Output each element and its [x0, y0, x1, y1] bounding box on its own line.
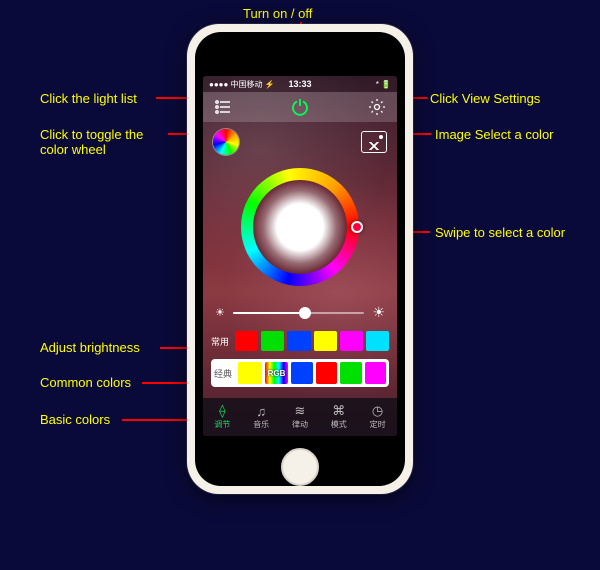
callout-brightness: Adjust brightness	[40, 340, 140, 355]
tab-调节[interactable]: ⟠调节	[203, 398, 242, 436]
home-button[interactable]	[281, 448, 319, 486]
basic-swatch[interactable]	[238, 362, 262, 384]
app-screen: ●●●● 中国移动 ⚡ 13:33 * 🔋	[203, 76, 397, 436]
basic-swatch[interactable]	[365, 362, 386, 384]
tab-icon: ◷	[371, 404, 385, 418]
phone-frame: ●●●● 中国移动 ⚡ 13:33 * 🔋	[187, 24, 413, 494]
callout-light-list: Click the light list	[40, 91, 137, 106]
tab-label: 音乐	[253, 419, 269, 430]
callout-power: Turn on / off	[243, 6, 312, 21]
common-colors-row: 常用	[203, 331, 397, 351]
brightness-high-icon: ☀	[372, 304, 385, 321]
callout-image-select: Image Select a color	[435, 127, 554, 142]
callout-common: Common colors	[40, 375, 131, 390]
top-nav	[203, 92, 397, 122]
common-swatch[interactable]	[261, 331, 284, 351]
common-swatch[interactable]	[314, 331, 337, 351]
sub-nav	[203, 122, 397, 162]
callout-basic: Basic colors	[40, 412, 110, 427]
gear-icon	[368, 98, 386, 116]
color-wheel[interactable]	[241, 168, 359, 286]
basic-colors-row: 经典 RGB	[211, 359, 389, 387]
common-swatch[interactable]	[366, 331, 389, 351]
basic-swatch[interactable]	[316, 362, 337, 384]
basic-colors-label: 经典	[214, 367, 235, 380]
common-colors-label: 常用	[211, 335, 232, 348]
status-bar: ●●●● 中国移动 ⚡ 13:33 * 🔋	[203, 76, 397, 92]
brightness-low-icon: ☀	[215, 306, 225, 319]
basic-swatch[interactable]	[340, 362, 361, 384]
brightness-thumb[interactable]	[299, 307, 311, 319]
brightness-row: ☀ ☀	[203, 304, 397, 321]
settings-button[interactable]	[367, 97, 387, 117]
tab-icon: ≋	[293, 404, 307, 418]
brightness-fill	[233, 312, 305, 314]
power-icon	[290, 97, 310, 117]
callout-settings: Click View Settings	[430, 91, 540, 106]
color-wheel-toggle[interactable]	[213, 129, 239, 155]
phone-bezel: ●●●● 中国移动 ⚡ 13:33 * 🔋	[195, 32, 405, 486]
color-wheel-handle[interactable]	[351, 221, 363, 233]
tab-icon: ⌘	[332, 404, 346, 418]
common-swatch[interactable]	[235, 331, 258, 351]
light-list-button[interactable]	[213, 97, 233, 117]
callout-toggle-wheel-2: color wheel	[40, 142, 106, 157]
callout-swipe: Swipe to select a color	[435, 225, 565, 240]
image-color-picker[interactable]	[361, 131, 387, 153]
common-swatch[interactable]	[287, 331, 310, 351]
power-button[interactable]	[289, 96, 311, 118]
tab-label: 定时	[370, 419, 386, 430]
tab-音乐[interactable]: ♫音乐	[242, 398, 281, 436]
common-swatch[interactable]	[340, 331, 363, 351]
tab-律动[interactable]: ≋律动	[281, 398, 320, 436]
tab-label: 模式	[331, 419, 347, 430]
tab-icon: ♫	[254, 404, 268, 418]
list-icon	[214, 100, 232, 114]
tab-label: 调节	[214, 419, 230, 430]
bottom-tabs: ⟠调节♫音乐≋律动⌘模式◷定时	[203, 398, 397, 436]
callout-toggle-wheel-1: Click to toggle the	[40, 127, 143, 142]
brightness-slider[interactable]	[233, 312, 365, 314]
tab-定时[interactable]: ◷定时	[358, 398, 397, 436]
tab-label: 律动	[292, 419, 308, 430]
tab-icon: ⟠	[215, 404, 229, 418]
status-time: 13:33	[203, 79, 397, 89]
basic-swatch[interactable]	[291, 362, 312, 384]
rgb-swatch[interactable]: RGB	[265, 362, 289, 384]
tab-模式[interactable]: ⌘模式	[319, 398, 358, 436]
color-wheel-area	[203, 168, 397, 286]
